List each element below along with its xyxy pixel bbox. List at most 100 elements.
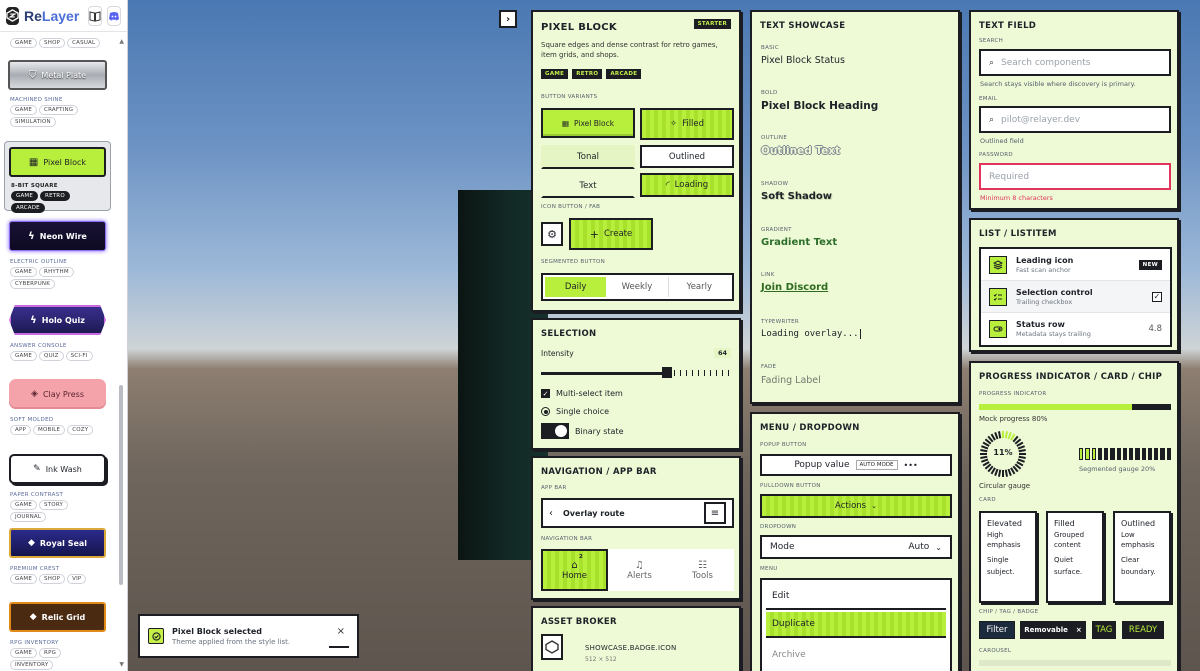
- pixel-block-button[interactable]: ▦ Pixel Block: [541, 108, 635, 138]
- loading-button[interactable]: ◜ Loading: [640, 173, 734, 197]
- panel-title: NAVIGATION / APP BAR: [541, 467, 657, 477]
- radio-selected-icon[interactable]: [541, 407, 550, 416]
- binary-state-row[interactable]: Binary state: [541, 423, 624, 439]
- style-sidebar: ReLayer GAME SHOP CASUAL ⛉ Metal Plate MA…: [0, 0, 128, 671]
- menu-item-duplicate[interactable]: Duplicate: [766, 612, 946, 638]
- carousel-track[interactable]: [979, 660, 1171, 666]
- nav-item-tools[interactable]: ☷ Tools: [671, 549, 734, 591]
- skin-card-pixel-block[interactable]: ▦ Pixel Block 8-BIT SQUARE GAME RETRO ARC…: [4, 141, 111, 213]
- menu-panel: MENU / DROPDOWN POPUP BUTTON Popup value…: [750, 412, 960, 671]
- nav-item-alerts[interactable]: ♫ Alerts: [608, 549, 671, 591]
- password-input[interactable]: Required: [989, 172, 1029, 182]
- gauge-segment: [1122, 448, 1128, 460]
- home-icon: ⌂: [571, 559, 578, 571]
- gauge-tick: [994, 432, 999, 440]
- ink-wash-preview[interactable]: ✎ Ink Wash: [9, 454, 106, 484]
- skin-card-royal-seal[interactable]: ◆ Royal Seal PREMIUM CREST GAME SHOP VIP: [4, 523, 111, 584]
- skin-card-metal-plate[interactable]: ⛉ Metal Plate MACHINED SHINE GAME CRAFTIN…: [4, 56, 111, 127]
- multi-select-row[interactable]: ✓ Multi-select item: [541, 389, 623, 398]
- skin-card-relic-grid[interactable]: ◆ Relic Grid RPG INVENTORY GAME RPG INVEN…: [4, 597, 111, 670]
- selection-toast: Pixel Block selected Theme applied from …: [138, 614, 359, 658]
- pulldown-button[interactable]: Actions ⌄: [760, 494, 952, 518]
- close-icon[interactable]: ×: [1076, 626, 1082, 634]
- gauge-segment: [1110, 448, 1115, 460]
- grid-icon: ▦: [561, 118, 570, 128]
- trailing-checkbox[interactable]: ✓: [1152, 291, 1162, 302]
- intensity-slider[interactable]: [541, 367, 733, 378]
- email-input[interactable]: pilot@relayer.dev: [1001, 115, 1080, 125]
- tag: GAME: [10, 574, 38, 584]
- filter-chip[interactable]: Filter: [979, 621, 1015, 639]
- slider-thumb[interactable]: [662, 367, 672, 378]
- tag: RHYTHM: [39, 267, 74, 277]
- list-item-selection-control[interactable]: Selection control Trailing checkbox ✓: [981, 281, 1170, 313]
- list-item-title: Selection control: [1016, 287, 1093, 297]
- text-button[interactable]: Text: [541, 174, 635, 198]
- checklist-icon: [989, 287, 1007, 306]
- button-label: Actions: [835, 501, 867, 511]
- elevated-card[interactable]: Elevated High emphasis Single subject.: [979, 511, 1037, 603]
- filled-card[interactable]: Filled Grouped content Quiet surface.: [1046, 511, 1104, 603]
- mode-dropdown[interactable]: Mode Auto ⌄: [760, 535, 952, 559]
- search-field[interactable]: ⌕ Search components: [979, 49, 1171, 76]
- outlined-card[interactable]: Outlined Low emphasis Clear boundary.: [1113, 511, 1171, 603]
- list-item-leading-icon[interactable]: Leading icon Fast scan anchor NEW: [981, 249, 1170, 281]
- segment-yearly[interactable]: Yearly: [669, 277, 730, 297]
- bold-text: Pixel Block Heading: [761, 100, 879, 112]
- filled-button[interactable]: ✧ Filled: [640, 108, 734, 140]
- outline-text: Outlined Text: [761, 145, 841, 157]
- discord-button[interactable]: [107, 5, 122, 26]
- pixel-block-preview[interactable]: ▦ Pixel Block: [9, 147, 106, 177]
- segment-daily[interactable]: Daily: [545, 277, 607, 297]
- segment-weekly[interactable]: Weekly: [606, 277, 669, 297]
- sidebar-header: ReLayer: [0, 0, 127, 32]
- clay-press-preview[interactable]: ◈ Clay Press: [9, 379, 106, 409]
- more-dots-icon: •••: [903, 460, 918, 470]
- collapse-panel-button[interactable]: ›: [499, 10, 517, 28]
- gauge-segment: [1097, 448, 1103, 460]
- royal-seal-preview[interactable]: ◆ Royal Seal: [9, 528, 106, 558]
- tonal-button[interactable]: Tonal: [541, 145, 635, 169]
- plus-icon: +: [589, 227, 599, 241]
- skin-card-ink-wash[interactable]: ✎ Ink Wash PAPER CONTRAST GAME STORY JOUR…: [4, 449, 111, 522]
- list-item-status-row[interactable]: Status row Metadata stays trailing 4.8: [981, 313, 1170, 345]
- menu-hamburger-icon[interactable]: ≡: [704, 502, 726, 524]
- removable-chip[interactable]: Removable ×: [1020, 621, 1086, 639]
- nav-item-home[interactable]: ⌂ 2 Home: [541, 549, 608, 591]
- field-label: EMAIL: [979, 96, 998, 102]
- sidebar-scrollbar-thumb[interactable]: [119, 385, 123, 585]
- circular-gauge-value: 11%: [993, 448, 1013, 457]
- intensity-value: 64: [713, 348, 731, 358]
- single-choice-row[interactable]: Single choice: [541, 407, 609, 416]
- neon-wire-preview[interactable]: ϟ Neon Wire: [9, 221, 106, 251]
- checkbox-checked-icon[interactable]: ✓: [541, 389, 550, 398]
- create-fab[interactable]: + Create: [569, 218, 653, 250]
- app-bar-title: Overlay route: [563, 508, 625, 518]
- password-field[interactable]: Required: [979, 163, 1171, 190]
- scroll-down-arrow-icon[interactable]: ▼: [119, 661, 124, 668]
- skin-tags: GAME CRAFTING SIMULATION: [4, 105, 111, 127]
- popup-button[interactable]: Popup value AUTO MODE •••: [760, 454, 952, 476]
- metal-plate-preview[interactable]: ⛉ Metal Plate: [8, 60, 107, 90]
- toast-close-icon[interactable]: ×: [337, 626, 345, 637]
- holo-quiz-preview[interactable]: ϟ Holo Quiz: [9, 305, 106, 335]
- search-input[interactable]: Search components: [1001, 58, 1090, 68]
- skin-card-neon-wire[interactable]: ϟ Neon Wire ELECTRIC OUTLINE GAME RHYTHM …: [4, 216, 111, 289]
- discord-link[interactable]: Join Discord: [761, 282, 828, 293]
- skin-card-clay-press[interactable]: ◈ Clay Press SOFT MOLDED APP MOBILE COZY: [4, 374, 111, 435]
- email-field[interactable]: ⌕ pilot@relayer.dev: [979, 106, 1171, 133]
- tag: SIMULATION: [10, 117, 56, 127]
- toggle-switch[interactable]: [541, 423, 569, 439]
- outlined-button[interactable]: Outlined: [640, 145, 734, 168]
- settings-icon-button[interactable]: ⚙: [541, 222, 563, 246]
- menu-item-edit[interactable]: Edit: [766, 584, 946, 610]
- scroll-up-arrow-icon[interactable]: ▲: [119, 38, 124, 45]
- relic-grid-preview[interactable]: ◆ Relic Grid: [9, 602, 106, 632]
- menu-item-archive[interactable]: Archive: [766, 642, 946, 668]
- toggle-label: Binary state: [575, 426, 624, 436]
- skin-card-holo-quiz[interactable]: ϟ Holo Quiz ANSWER CONSOLE GAME QUIZ SCI-…: [4, 300, 111, 361]
- back-arrow-icon[interactable]: ‹: [549, 508, 553, 519]
- panel-title: PROGRESS INDICATOR / CARD / CHIP: [979, 372, 1163, 382]
- docs-button[interactable]: [88, 5, 103, 26]
- checkbox-label: Multi-select item: [556, 389, 623, 398]
